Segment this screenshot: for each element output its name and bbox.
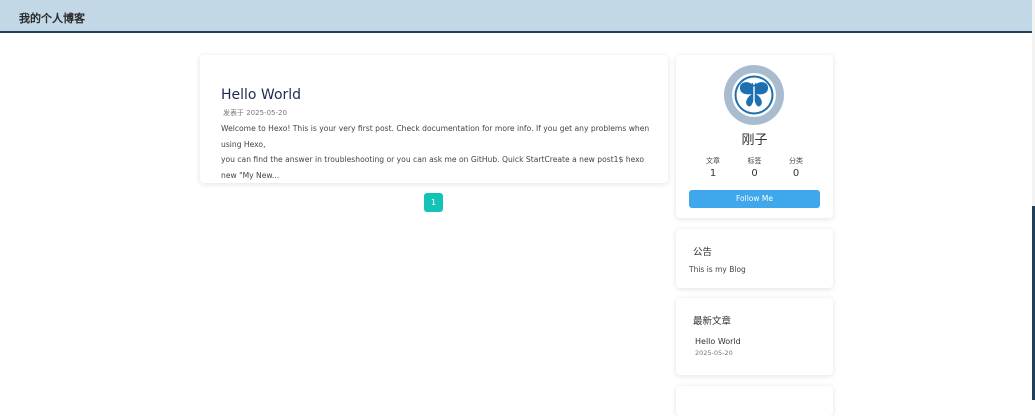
- page-button-1[interactable]: 1: [424, 193, 443, 212]
- follow-me-button[interactable]: Follow Me: [689, 190, 820, 208]
- author-name: 刚子: [741, 133, 768, 148]
- sidebar-card-partial: [676, 386, 833, 416]
- stat-articles[interactable]: 文章 1: [698, 156, 728, 179]
- post-excerpt: Welcome to Hexo! This is your very first…: [221, 121, 651, 183]
- notice-heading: 公告: [693, 247, 713, 258]
- stat-label: 文章: [706, 157, 720, 165]
- recent-posts-card: 最新文章 Hello World 2025-05-20: [676, 298, 833, 375]
- stat-categories[interactable]: 分类 0: [781, 156, 811, 179]
- recent-post-title[interactable]: Hello World: [695, 337, 741, 346]
- notice-card: 公告 This is my Blog: [676, 229, 833, 288]
- post-card: Hello World 发表于 2025-05-20 Welcome to He…: [200, 55, 668, 183]
- profile-stats: 文章 1 标签 0 分类 0: [689, 156, 820, 179]
- recent-post-date: 2025-05-20: [695, 349, 733, 357]
- post-excerpt-line: you can find the answer in troubleshooti…: [221, 155, 645, 180]
- profile-card: 刚子 文章 1 标签 0 分类 0 Follow Me: [676, 55, 833, 218]
- post-date: 发表于 2025-05-20: [223, 109, 287, 117]
- recent-heading: 最新文章: [693, 316, 732, 327]
- stat-value: 0: [751, 168, 758, 179]
- notice-text: This is my Blog: [689, 265, 746, 274]
- site-header: 我的个人博客: [0, 0, 1032, 33]
- stat-tags[interactable]: 标签 0: [740, 156, 770, 179]
- stat-value: 0: [792, 168, 800, 179]
- stat-label: 分类: [789, 157, 803, 165]
- avatar: [724, 65, 784, 125]
- site-title[interactable]: 我的个人博客: [19, 10, 85, 26]
- post-excerpt-line: Welcome to Hexo! This is your very first…: [221, 124, 650, 149]
- butterfly-icon: [732, 73, 776, 117]
- stat-value: 1: [709, 168, 717, 179]
- post-title[interactable]: Hello World: [221, 87, 301, 103]
- stat-label: 标签: [747, 157, 762, 165]
